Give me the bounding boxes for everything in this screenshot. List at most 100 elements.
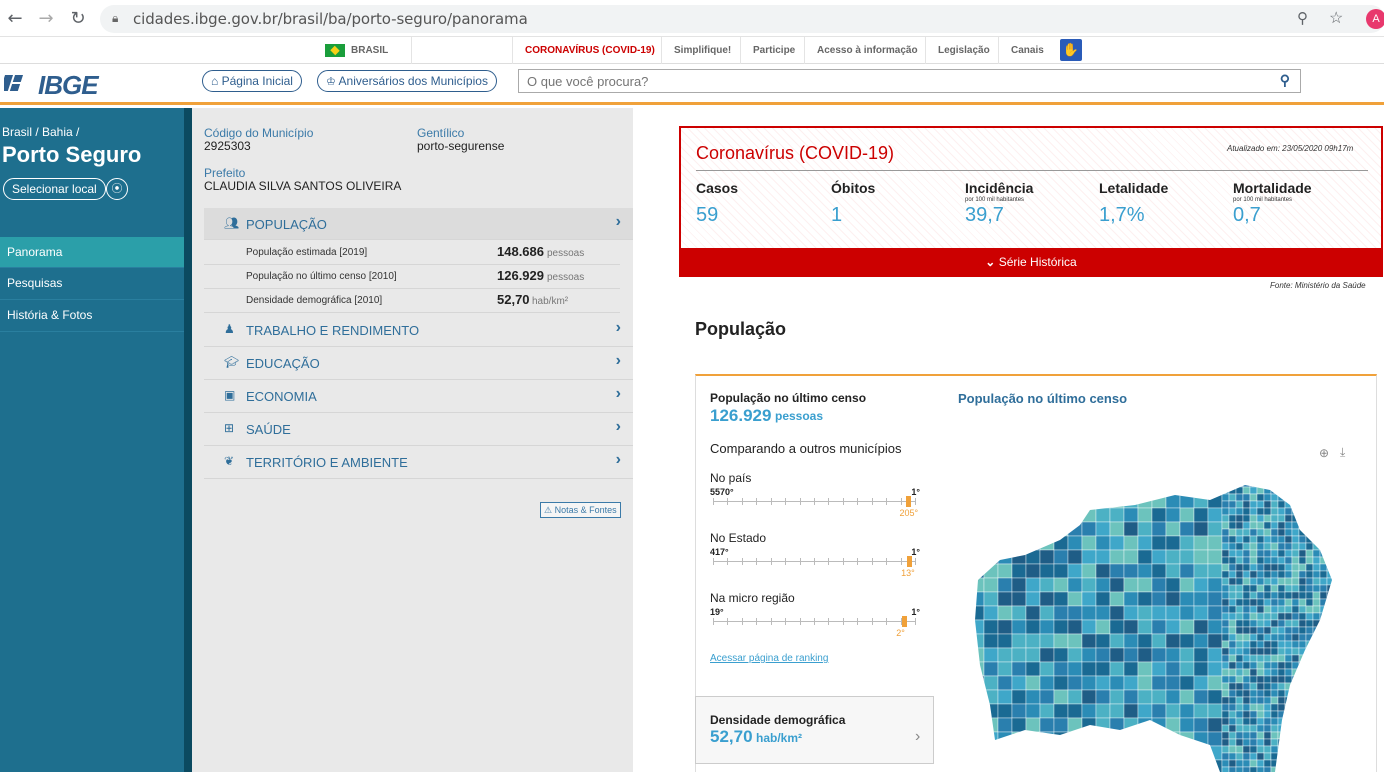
map-region[interactable] bbox=[1242, 696, 1251, 705]
map-region[interactable] bbox=[1228, 710, 1237, 719]
map-region[interactable] bbox=[1242, 612, 1251, 621]
map-region[interactable] bbox=[1242, 486, 1251, 495]
map-region[interactable] bbox=[1277, 486, 1286, 495]
map-region[interactable] bbox=[1334, 641, 1340, 648]
map-region[interactable] bbox=[1334, 669, 1340, 676]
map-region[interactable] bbox=[970, 591, 985, 607]
map-region[interactable] bbox=[1207, 521, 1223, 537]
map-region[interactable] bbox=[1291, 605, 1300, 614]
map-region[interactable] bbox=[1235, 480, 1244, 488]
map-region[interactable] bbox=[1249, 640, 1258, 649]
map-region[interactable] bbox=[1039, 563, 1055, 579]
map-region[interactable] bbox=[1095, 703, 1111, 719]
map-region[interactable] bbox=[1179, 745, 1195, 761]
map-region[interactable] bbox=[1263, 598, 1272, 607]
map-region[interactable] bbox=[1334, 718, 1340, 725]
map-region[interactable] bbox=[1263, 605, 1272, 614]
map-region[interactable] bbox=[1270, 549, 1279, 558]
map-region[interactable] bbox=[1053, 675, 1069, 691]
map-region[interactable] bbox=[1242, 507, 1251, 516]
map-region[interactable] bbox=[983, 675, 999, 691]
map-region[interactable] bbox=[1179, 647, 1195, 663]
bookmark-star-icon[interactable]: ☆ bbox=[1329, 8, 1343, 28]
map-region[interactable] bbox=[1095, 591, 1111, 607]
map-region[interactable] bbox=[1011, 675, 1027, 691]
map-region[interactable] bbox=[1312, 738, 1321, 747]
map-region[interactable] bbox=[1334, 501, 1340, 508]
map-region[interactable] bbox=[1123, 745, 1139, 761]
map-region[interactable] bbox=[1291, 640, 1300, 649]
map-region[interactable] bbox=[1334, 753, 1340, 760]
map-region[interactable] bbox=[1284, 696, 1293, 705]
map-region[interactable] bbox=[1081, 507, 1097, 523]
map-region[interactable] bbox=[1291, 738, 1300, 747]
map-region[interactable] bbox=[970, 759, 985, 772]
map-region[interactable] bbox=[1319, 647, 1328, 656]
map-region[interactable] bbox=[1067, 507, 1083, 523]
map-region[interactable] bbox=[1249, 577, 1258, 586]
map-region[interactable] bbox=[1270, 584, 1279, 593]
map-region[interactable] bbox=[1228, 619, 1237, 628]
map-region[interactable] bbox=[1284, 577, 1293, 586]
map-region[interactable] bbox=[1270, 724, 1279, 733]
map-region[interactable] bbox=[1319, 724, 1328, 733]
map-region[interactable] bbox=[983, 493, 999, 509]
map-region[interactable] bbox=[1263, 549, 1272, 558]
map-region[interactable] bbox=[1179, 731, 1195, 747]
map-region[interactable] bbox=[1312, 731, 1321, 740]
map-region[interactable] bbox=[1270, 738, 1279, 747]
map-region[interactable] bbox=[1179, 480, 1195, 495]
map-region[interactable] bbox=[1067, 661, 1083, 677]
gov-legislacao-link[interactable]: Legislação bbox=[925, 37, 1002, 64]
gov-canais-link[interactable]: Canais bbox=[998, 37, 1056, 64]
map-region[interactable] bbox=[1284, 654, 1293, 663]
map-region[interactable] bbox=[1123, 549, 1139, 565]
map-region[interactable] bbox=[1221, 480, 1230, 488]
map-region[interactable] bbox=[1039, 521, 1055, 537]
map-region[interactable] bbox=[1025, 591, 1041, 607]
map-region[interactable] bbox=[1011, 619, 1027, 635]
map-region[interactable] bbox=[1305, 584, 1314, 593]
map-region[interactable] bbox=[1326, 605, 1334, 614]
map-region[interactable] bbox=[983, 647, 999, 663]
map-region[interactable] bbox=[1256, 717, 1265, 726]
map-region[interactable] bbox=[1067, 675, 1083, 691]
map-region[interactable] bbox=[1221, 486, 1230, 495]
map-region[interactable] bbox=[1277, 654, 1286, 663]
map-region[interactable] bbox=[1312, 507, 1321, 516]
map-region[interactable] bbox=[1326, 633, 1334, 642]
map-region[interactable] bbox=[1249, 584, 1258, 593]
map-region[interactable] bbox=[1249, 633, 1258, 642]
map-region[interactable] bbox=[1235, 612, 1244, 621]
map-region[interactable] bbox=[1312, 766, 1321, 772]
ibge-logo[interactable]: IBGE bbox=[38, 70, 99, 101]
map-region[interactable] bbox=[983, 717, 999, 733]
map-region[interactable] bbox=[1095, 647, 1111, 663]
map-region[interactable] bbox=[1256, 542, 1265, 551]
map-region[interactable] bbox=[1151, 689, 1167, 705]
sidebar-item-pesquisas[interactable]: Pesquisas bbox=[0, 268, 184, 300]
map-region[interactable] bbox=[1312, 480, 1321, 488]
map-region[interactable] bbox=[1228, 633, 1237, 642]
map-region[interactable] bbox=[1270, 619, 1279, 628]
map-region[interactable] bbox=[1263, 542, 1272, 551]
map-region[interactable] bbox=[1151, 647, 1167, 663]
map-region[interactable] bbox=[1242, 556, 1251, 565]
map-region[interactable] bbox=[1151, 619, 1167, 635]
map-region[interactable] bbox=[1151, 577, 1167, 593]
map-region[interactable] bbox=[1256, 500, 1265, 509]
map-region[interactable] bbox=[1284, 668, 1293, 677]
map-region[interactable] bbox=[1228, 738, 1237, 747]
map-region[interactable] bbox=[1334, 515, 1340, 522]
map-region[interactable] bbox=[1249, 731, 1258, 740]
map-region[interactable] bbox=[1242, 738, 1251, 747]
map-region[interactable] bbox=[1256, 731, 1265, 740]
map-region[interactable] bbox=[1123, 605, 1139, 621]
map-region[interactable] bbox=[1256, 738, 1265, 747]
map-region[interactable] bbox=[1123, 619, 1139, 635]
map-region[interactable] bbox=[1221, 570, 1230, 579]
map-region[interactable] bbox=[1165, 521, 1181, 537]
map-region[interactable] bbox=[1312, 612, 1321, 621]
map-region[interactable] bbox=[1312, 647, 1321, 656]
map-region[interactable] bbox=[1137, 605, 1153, 621]
